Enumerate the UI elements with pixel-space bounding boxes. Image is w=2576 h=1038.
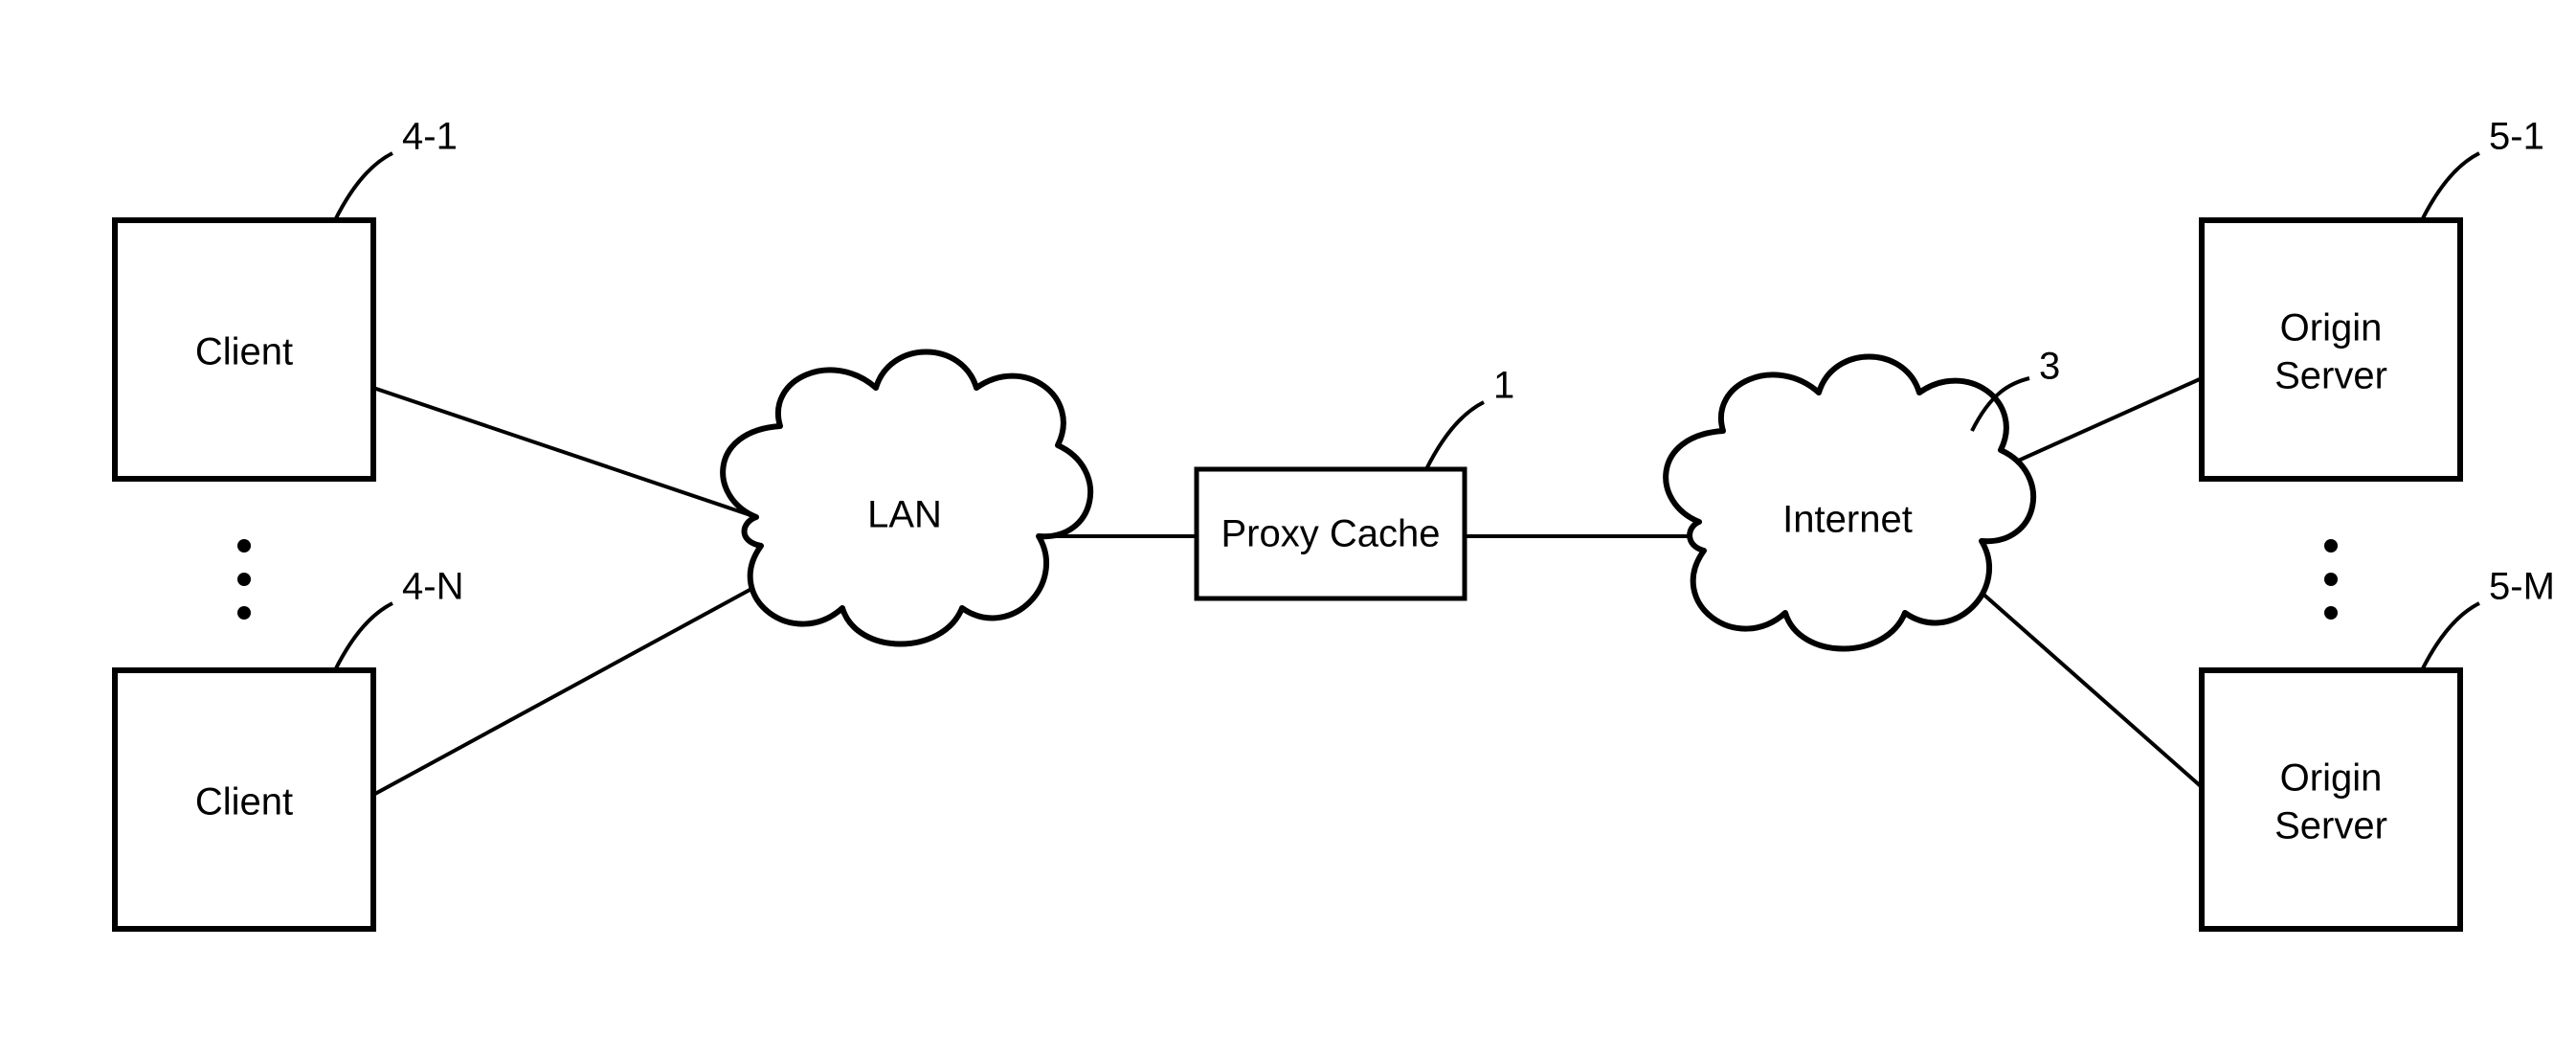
origin-bottom-label-1: Origin: [2280, 757, 2383, 800]
network-diagram: Client 4-1 Client 4-N LAN Proxy Cache 1 …: [0, 0, 2576, 1038]
origin-bottom-node: Origin Server 5-M: [2202, 566, 2555, 929]
proxy-ref: 1: [1493, 365, 1514, 407]
lan-label: LAN: [867, 494, 942, 536]
proxy-label: Proxy Cache: [1221, 513, 1441, 555]
origin-top-ref: 5-1: [2489, 116, 2544, 158]
link-internet-to-origin-bot: [1972, 584, 2202, 787]
origin-top-label-2: Server: [2274, 355, 2387, 397]
link-client-top-to-lan: [373, 388, 756, 517]
client-top-label: Client: [195, 331, 293, 373]
client-top-ref: 4-1: [402, 116, 458, 158]
origin-top-label-1: Origin: [2280, 307, 2383, 350]
proxy-cache-node: Proxy Cache 1: [1197, 365, 1514, 598]
internet-cloud: Internet 3: [1666, 346, 2060, 649]
client-top-node: Client 4-1: [115, 116, 458, 479]
link-client-bot-to-lan: [373, 589, 751, 795]
origin-bottom-ref: 5-M: [2489, 566, 2555, 608]
origin-top-node: Origin Server 5-1: [2202, 116, 2544, 479]
origin-bottom-label-2: Server: [2274, 805, 2387, 847]
client-bottom-node: Client 4-N: [115, 566, 463, 929]
client-bottom-ref: 4-N: [402, 566, 463, 608]
internet-ref: 3: [2039, 346, 2060, 388]
client-bottom-label: Client: [195, 781, 293, 824]
lan-cloud: LAN: [723, 352, 1090, 644]
client-ellipsis: [237, 539, 251, 620]
internet-label: Internet: [1782, 499, 1913, 541]
origin-ellipsis: [2324, 539, 2338, 620]
